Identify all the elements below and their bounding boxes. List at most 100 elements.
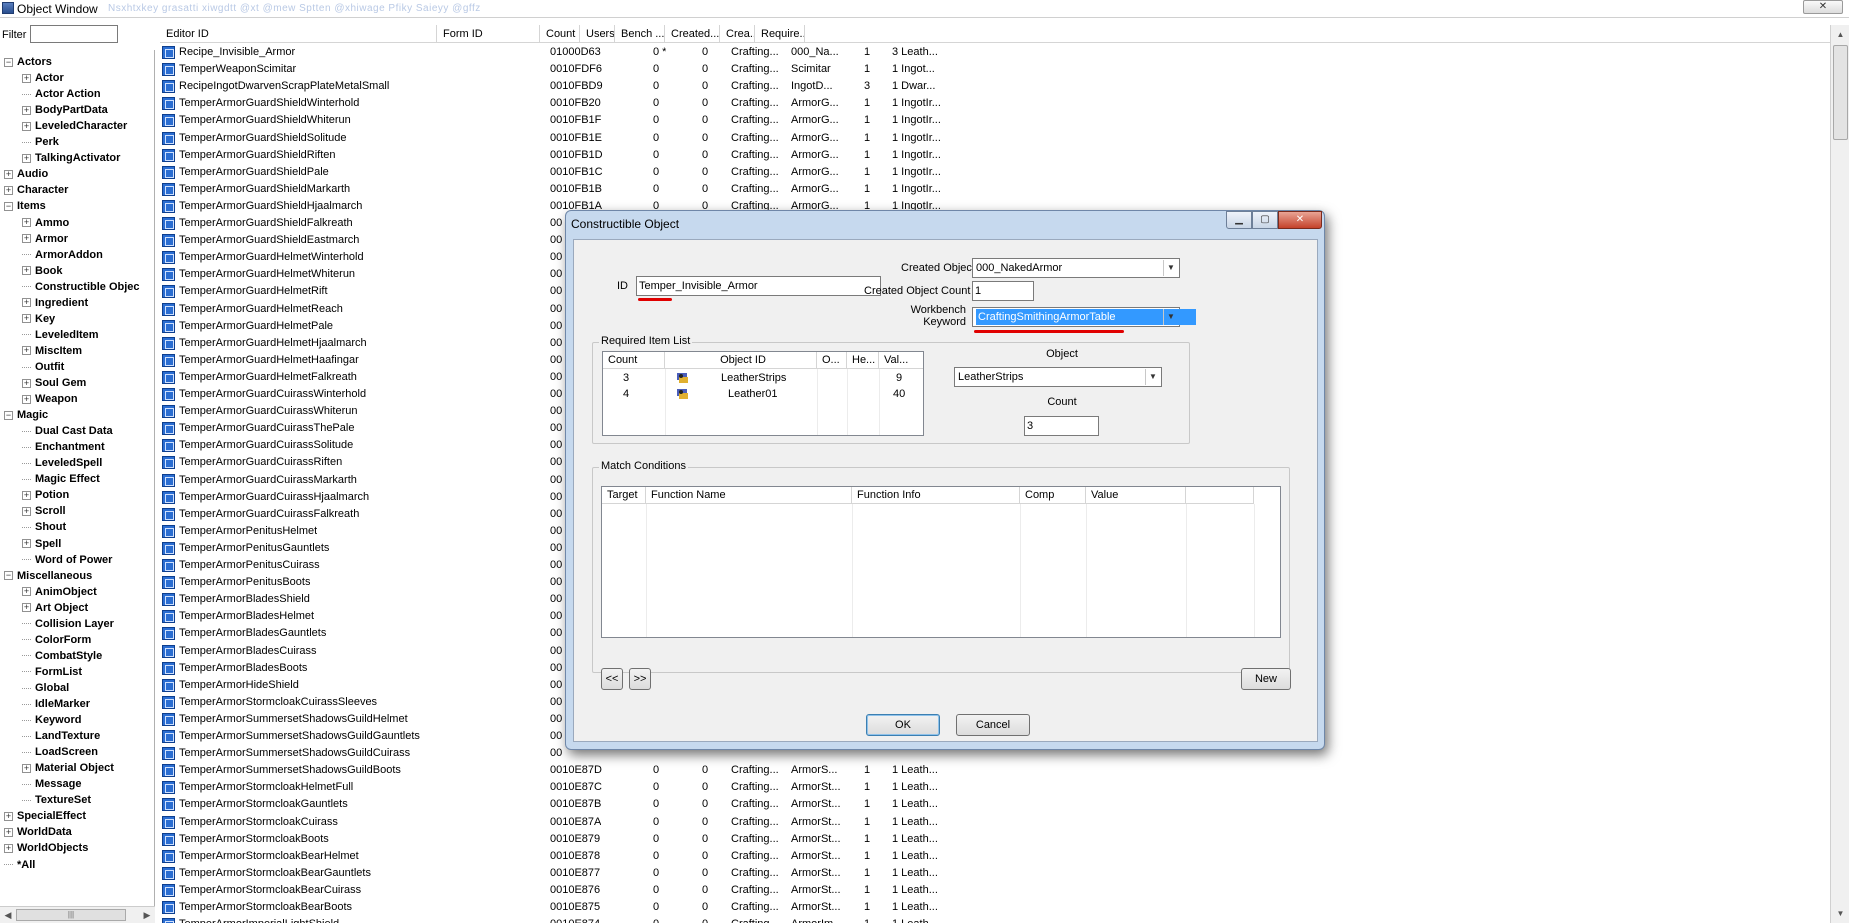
table-row[interactable]: TemperArmorGuardShieldMarkarth 0010FB1B 0 0… [160, 181, 950, 198]
collapse-icon[interactable]: − [4, 410, 13, 420]
table-row[interactable]: TemperArmorImperialLightShield 0010E874 0 0… [160, 916, 950, 923]
tree-scroll-thumb[interactable]: ||| [16, 909, 126, 921]
table-row[interactable]: RecipeIngotDwarvenScrapPlateMetalSmall 00… [160, 78, 950, 95]
tree-item[interactable]: Constructible Objec [22, 279, 140, 295]
tree-item[interactable]: + MiscItem [22, 343, 82, 359]
tree-item[interactable]: FormList [22, 664, 82, 680]
tree-item[interactable]: + AnimObject [22, 584, 97, 600]
tree-item[interactable]: + Potion [22, 487, 69, 503]
tree-item[interactable]: Word of Power [22, 552, 112, 568]
expand-icon[interactable]: + [22, 121, 31, 131]
match-col-extra[interactable] [1186, 487, 1254, 504]
tree-item[interactable]: Magic Effect [22, 471, 100, 487]
table-row[interactable]: TemperArmorStormcloakCuirass 0010E87A 0 0 Cr… [160, 814, 950, 831]
tree-item[interactable]: + Material Object [22, 760, 114, 776]
tree-item[interactable]: + WorldObjects [4, 840, 88, 856]
table-row[interactable]: TemperArmorStormcloakBearBoots 0010E875 0 0… [160, 899, 950, 916]
tree-item[interactable]: − Actors [4, 54, 52, 70]
column-header[interactable]: Bench ... [615, 25, 665, 43]
column-header[interactable]: Form ID [437, 25, 540, 43]
table-row[interactable]: TemperArmorGuardShieldPale 0010FB1C 0 0 Craf… [160, 164, 950, 181]
table-row[interactable]: TemperArmorStormcloakBearHelmet 0010E878 0… [160, 848, 950, 865]
category-tree[interactable]: − Actors + Actor Actor Action + BodyPartData + L… [0, 50, 155, 906]
column-header[interactable]: Users [580, 25, 615, 43]
created-object-select[interactable]: 000_NakedArmor ▼ [972, 258, 1180, 278]
expand-icon[interactable]: + [22, 763, 31, 773]
expand-icon[interactable]: + [22, 490, 31, 500]
expand-icon[interactable]: + [4, 844, 13, 854]
table-row[interactable]: TemperArmorSummersetShadowsGuildBoots 001… [160, 762, 950, 779]
scroll-left-icon[interactable]: ◀ [1, 908, 15, 922]
expand-icon[interactable]: + [22, 298, 31, 308]
tree-item[interactable]: TextureSet [22, 792, 91, 808]
chevron-down-icon[interactable]: ▼ [1145, 369, 1160, 385]
column-header[interactable]: Editor ID [160, 25, 437, 43]
table-row[interactable]: TemperArmorGuardShieldSolitude 0010FB1E 0 0… [160, 130, 950, 147]
tree-item[interactable]: − Miscellaneous [4, 568, 92, 584]
tree-item[interactable]: − Items [4, 198, 46, 214]
tree-item[interactable]: Dual Cast Data [22, 423, 113, 439]
expand-icon[interactable]: + [22, 105, 31, 115]
dialog-close-icon[interactable]: ✕ [1278, 211, 1322, 229]
tree-item[interactable]: + Character [4, 182, 68, 198]
maximize-icon[interactable]: ▢ [1252, 211, 1278, 229]
tree-item[interactable]: + SpecialEffect [4, 808, 86, 824]
id-input[interactable]: Temper_Invisible_Armor [636, 276, 881, 296]
expand-icon[interactable]: + [22, 539, 31, 549]
tree-item[interactable]: + Ingredient [22, 295, 88, 311]
expand-icon[interactable]: + [22, 506, 31, 516]
match-conditions-table[interactable]: Target Function Name Function Info Comp … [601, 486, 1281, 638]
match-col-function-name[interactable]: Function Name [646, 487, 852, 504]
tree-horizontal-scrollbar[interactable]: ◀ ||| ▶ [0, 906, 155, 923]
req-col-val[interactable]: Val... [879, 352, 923, 369]
tree-item[interactable]: + TalkingActivator [22, 150, 120, 166]
prev-condition-button[interactable]: << [601, 668, 623, 690]
expand-icon[interactable]: + [22, 73, 31, 83]
collapse-icon[interactable]: − [4, 57, 13, 67]
expand-icon[interactable]: + [22, 234, 31, 244]
list-scroll-thumb[interactable] [1833, 45, 1848, 140]
tree-item[interactable]: Shout [22, 519, 66, 535]
expand-icon[interactable]: + [22, 587, 31, 597]
ok-button[interactable]: OK [866, 714, 940, 736]
collapse-icon[interactable]: − [4, 202, 13, 212]
tree-item[interactable]: LeveledItem [22, 327, 99, 343]
chevron-down-icon[interactable]: ▼ [1163, 260, 1178, 276]
expand-icon[interactable]: + [22, 218, 31, 228]
filter-input[interactable] [30, 25, 118, 43]
chevron-down-icon[interactable]: ▼ [1163, 309, 1178, 325]
tree-item[interactable]: Enchantment [22, 439, 105, 455]
req-col-count[interactable]: Count [603, 352, 665, 369]
count-input[interactable]: 3 [1024, 416, 1099, 436]
object-select[interactable]: LeatherStrips ▼ [954, 367, 1162, 387]
tree-item[interactable]: + Soul Gem [22, 375, 86, 391]
tree-item[interactable]: + Key [22, 311, 55, 327]
match-col-target[interactable]: Target [602, 487, 646, 504]
tree-item[interactable]: + Audio [4, 166, 48, 182]
tree-item[interactable]: + Ammo [22, 215, 69, 231]
expand-icon[interactable]: + [4, 185, 13, 195]
table-row[interactable]: TemperArmorGuardShieldWinterhold 0010FB20… [160, 95, 950, 112]
table-row[interactable]: TemperArmorGuardShieldWhiterun 0010FB1F 0 0… [160, 112, 950, 129]
tree-item[interactable]: + Armor [22, 231, 68, 247]
tree-item[interactable]: CombatStyle [22, 648, 102, 664]
cancel-button[interactable]: Cancel [956, 714, 1030, 736]
tree-item[interactable]: + Scroll [22, 503, 66, 519]
tree-item[interactable]: + Art Object [22, 600, 88, 616]
minimize-icon[interactable]: ▁ [1226, 211, 1252, 229]
tree-item[interactable]: + Actor [22, 70, 64, 86]
tree-item[interactable]: LeveledSpell [22, 455, 102, 471]
workbench-keyword-select[interactable]: CraftingSmithingArmorTable ▼ [972, 307, 1196, 327]
tree-item[interactable]: *All [4, 857, 35, 873]
tree-item[interactable]: ColorForm [22, 632, 91, 648]
next-condition-button[interactable]: >> [629, 668, 651, 690]
tree-item[interactable]: LoadScreen [22, 744, 98, 760]
column-header[interactable]: Count [540, 25, 580, 43]
match-col-value[interactable]: Value [1086, 487, 1186, 504]
table-row[interactable]: TemperWeaponScimitar 0010FDF6 0 0 Crafting..… [160, 61, 950, 78]
table-row[interactable]: Recipe_Invisible_Armor 01000D63 0 * 0 Crafti… [160, 44, 950, 61]
window-close-button[interactable]: ✕ [1803, 0, 1843, 14]
tree-item[interactable]: + Book [22, 263, 63, 279]
expand-icon[interactable]: + [22, 266, 31, 276]
tree-item[interactable]: Global [22, 680, 69, 696]
